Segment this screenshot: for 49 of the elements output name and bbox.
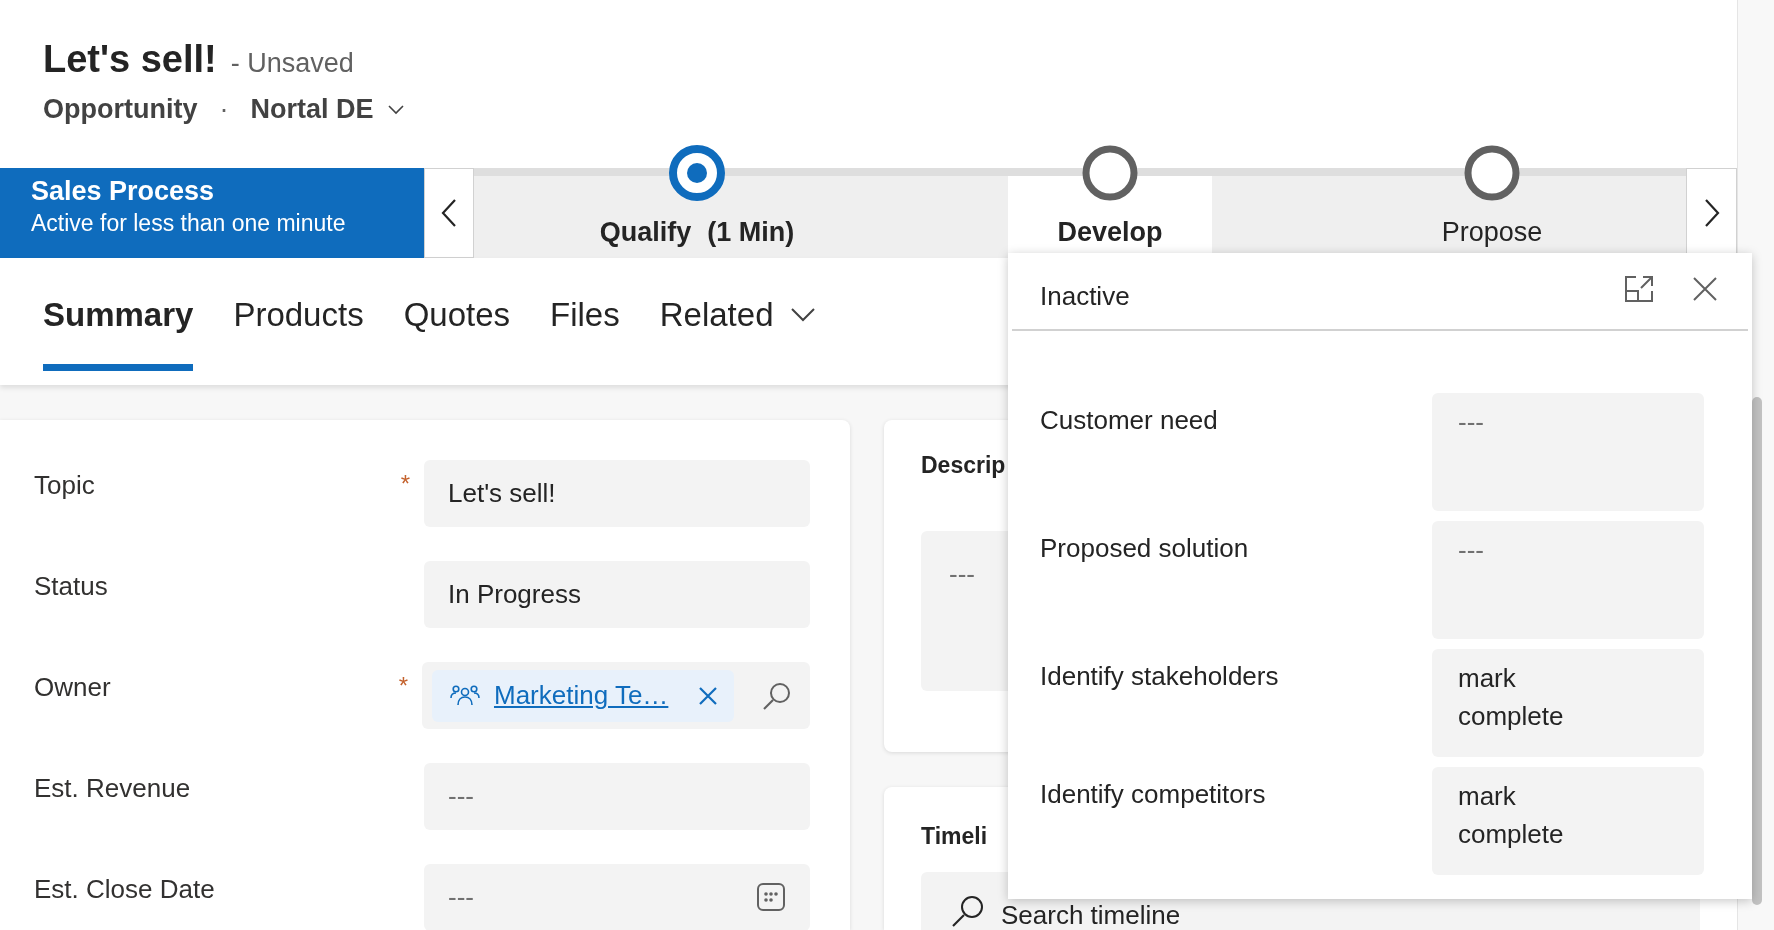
- stage-tab[interactable]: Qualify (1 Min): [474, 176, 920, 258]
- step-label: Identify competitors: [1040, 778, 1267, 811]
- chevron-left-icon: [440, 198, 458, 228]
- stage-tab[interactable]: Propose: [1300, 176, 1684, 258]
- entity-type: Opportunity: [43, 94, 198, 125]
- close-icon[interactable]: [1692, 276, 1718, 302]
- owner-dropdown[interactable]: Nortal DE: [250, 94, 404, 125]
- step-field[interactable]: ---: [1432, 393, 1704, 511]
- process-duration: Active for less than one minute: [31, 209, 347, 238]
- field-label: Topic: [34, 470, 95, 502]
- input-field[interactable]: Let's sell!: [424, 460, 810, 527]
- tab[interactable]: Quotes: [403, 258, 511, 371]
- tab[interactable]: Related: [659, 258, 816, 371]
- process-name: Sales Process: [31, 175, 216, 208]
- separator-dot: ·: [219, 94, 229, 125]
- field-label: Est. Close Date: [34, 874, 215, 906]
- flyout-title: Inactive: [1040, 280, 1130, 312]
- step-field[interactable]: ---: [1432, 521, 1704, 639]
- step-label: Customer need: [1040, 404, 1219, 437]
- remove-button[interactable]: [698, 685, 719, 706]
- date-field[interactable]: ---: [424, 864, 810, 930]
- field-label: Est. Revenue: [34, 773, 191, 805]
- tab[interactable]: Products: [233, 258, 364, 371]
- input-field[interactable]: In Progress: [424, 561, 810, 628]
- required-marker: *: [400, 470, 410, 499]
- owner-link[interactable]: Marketing Te…: [494, 680, 669, 711]
- step-field[interactable]: mark complete: [1432, 649, 1704, 757]
- section-title: Timeli: [921, 823, 988, 849]
- section-title: Descrip: [921, 452, 1007, 479]
- calendar-icon[interactable]: [756, 882, 786, 912]
- chevron-right-icon: [1702, 198, 1721, 228]
- caret-icon: [387, 104, 404, 115]
- save-status: - Unsaved: [230, 48, 354, 79]
- scrollbar-thumb[interactable]: [1752, 397, 1762, 905]
- people-icon: [450, 683, 480, 708]
- search-icon[interactable]: [762, 680, 792, 711]
- input-field[interactable]: ---: [424, 763, 810, 830]
- search-icon: [951, 894, 985, 928]
- lookup-field[interactable]: Marketing Te…: [422, 662, 810, 729]
- field-label: Status: [34, 571, 108, 603]
- tab[interactable]: Files: [550, 258, 620, 371]
- field-label: Owner: [34, 672, 111, 704]
- page-title: Let's sell!: [43, 37, 217, 82]
- required-marker: *: [398, 672, 408, 701]
- tab[interactable]: Summary: [43, 258, 194, 371]
- step-label: Proposed solution: [1040, 532, 1250, 565]
- expand-icon[interactable]: [1624, 275, 1654, 303]
- step-field[interactable]: mark complete: [1432, 767, 1704, 875]
- step-label: Identify stakeholders: [1040, 660, 1280, 693]
